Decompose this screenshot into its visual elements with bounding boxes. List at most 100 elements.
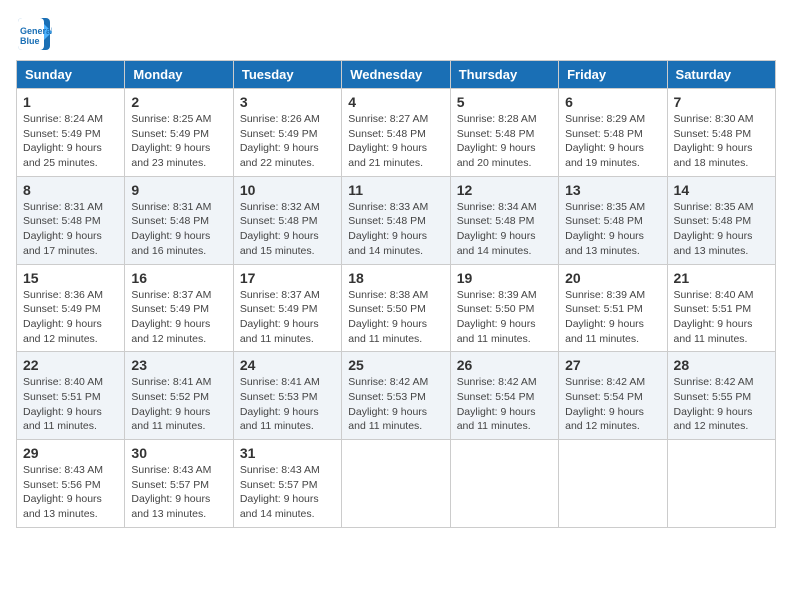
day-number: 13	[565, 182, 660, 198]
table-row: 22 Sunrise: 8:40 AM Sunset: 5:51 PM Dayli…	[17, 352, 125, 440]
day-number: 16	[131, 270, 226, 286]
day-number: 5	[457, 94, 552, 110]
day-info: Sunrise: 8:42 AM Sunset: 5:54 PM Dayligh…	[565, 375, 660, 434]
table-row: 18Sunrise: 8:38 AM Sunset: 5:50 PM Dayli…	[342, 264, 450, 352]
day-number: 23	[131, 357, 226, 373]
table-row: 3Sunrise: 8:26 AM Sunset: 5:49 PM Daylig…	[233, 89, 341, 177]
header-tuesday: Tuesday	[233, 61, 341, 89]
day-info: Sunrise: 8:35 AM Sunset: 5:48 PM Dayligh…	[565, 200, 660, 259]
day-number: 4	[348, 94, 443, 110]
table-row	[342, 440, 450, 528]
table-row	[559, 440, 667, 528]
day-number: 9	[131, 182, 226, 198]
table-row: 24Sunrise: 8:41 AM Sunset: 5:53 PM Dayli…	[233, 352, 341, 440]
day-info: Sunrise: 8:42 AM Sunset: 5:54 PM Dayligh…	[457, 375, 552, 434]
day-info: Sunrise: 8:30 AM Sunset: 5:48 PM Dayligh…	[674, 112, 769, 171]
day-number: 21	[674, 270, 769, 286]
table-row: 16 Sunrise: 8:37 AM Sunset: 5:49 PM Dayli…	[125, 264, 233, 352]
day-info: Sunrise: 8:34 AM Sunset: 5:48 PM Dayligh…	[457, 200, 552, 259]
svg-text:Blue: Blue	[20, 36, 40, 46]
table-row: 26Sunrise: 8:42 AM Sunset: 5:54 PM Dayli…	[450, 352, 558, 440]
day-info: Sunrise: 8:32 AM Sunset: 5:48 PM Dayligh…	[240, 200, 335, 259]
day-number: 15	[23, 270, 118, 286]
day-info: Sunrise: 8:33 AM Sunset: 5:48 PM Dayligh…	[348, 200, 443, 259]
calendar-week-row: 8 Sunrise: 8:31 AM Sunset: 5:48 PM Daylig…	[17, 176, 776, 264]
day-info: Sunrise: 8:25 AM Sunset: 5:49 PM Dayligh…	[131, 112, 226, 171]
day-number: 17	[240, 270, 335, 286]
calendar-week-row: 15Sunrise: 8:36 AM Sunset: 5:49 PM Dayli…	[17, 264, 776, 352]
day-info: Sunrise: 8:29 AM Sunset: 5:48 PM Dayligh…	[565, 112, 660, 171]
table-row: 10 Sunrise: 8:32 AM Sunset: 5:48 PM Dayli…	[233, 176, 341, 264]
day-info: Sunrise: 8:43 AM Sunset: 5:57 PM Dayligh…	[240, 463, 335, 522]
table-row: 13 Sunrise: 8:35 AM Sunset: 5:48 PM Dayli…	[559, 176, 667, 264]
table-row: 25 Sunrise: 8:42 AM Sunset: 5:53 PM Dayli…	[342, 352, 450, 440]
day-number: 25	[348, 357, 443, 373]
day-number: 2	[131, 94, 226, 110]
day-number: 7	[674, 94, 769, 110]
table-row: 29 Sunrise: 8:43 AM Sunset: 5:56 PM Dayli…	[17, 440, 125, 528]
table-row: 15Sunrise: 8:36 AM Sunset: 5:49 PM Dayli…	[17, 264, 125, 352]
day-number: 10	[240, 182, 335, 198]
day-info: Sunrise: 8:31 AM Sunset: 5:48 PM Dayligh…	[23, 200, 118, 259]
day-number: 19	[457, 270, 552, 286]
day-number: 31	[240, 445, 335, 461]
day-info: Sunrise: 8:27 AM Sunset: 5:48 PM Dayligh…	[348, 112, 443, 171]
day-info: Sunrise: 8:37 AM Sunset: 5:49 PM Dayligh…	[131, 288, 226, 347]
day-number: 3	[240, 94, 335, 110]
table-row: 31 Sunrise: 8:43 AM Sunset: 5:57 PM Dayli…	[233, 440, 341, 528]
day-number: 27	[565, 357, 660, 373]
day-info: Sunrise: 8:43 AM Sunset: 5:56 PM Dayligh…	[23, 463, 118, 522]
day-info: Sunrise: 8:37 AM Sunset: 5:49 PM Dayligh…	[240, 288, 335, 347]
table-row: 14 Sunrise: 8:35 AM Sunset: 5:48 PM Dayli…	[667, 176, 775, 264]
header-saturday: Saturday	[667, 61, 775, 89]
calendar-header-row: Sunday Monday Tuesday Wednesday Thursday…	[17, 61, 776, 89]
table-row: 4 Sunrise: 8:27 AM Sunset: 5:48 PM Daylig…	[342, 89, 450, 177]
header-monday: Monday	[125, 61, 233, 89]
day-number: 8	[23, 182, 118, 198]
day-info: Sunrise: 8:42 AM Sunset: 5:53 PM Dayligh…	[348, 375, 443, 434]
svg-text:General: General	[20, 26, 52, 36]
table-row: 23 Sunrise: 8:41 AM Sunset: 5:52 PM Dayli…	[125, 352, 233, 440]
day-number: 1	[23, 94, 118, 110]
day-number: 22	[23, 357, 118, 373]
table-row: 20 Sunrise: 8:39 AM Sunset: 5:51 PM Dayli…	[559, 264, 667, 352]
logo-icon: General Blue	[16, 16, 52, 52]
header-sunday: Sunday	[17, 61, 125, 89]
day-number: 24	[240, 357, 335, 373]
calendar-table: Sunday Monday Tuesday Wednesday Thursday…	[16, 60, 776, 528]
table-row: 19 Sunrise: 8:39 AM Sunset: 5:50 PM Dayli…	[450, 264, 558, 352]
day-info: Sunrise: 8:24 AM Sunset: 5:49 PM Dayligh…	[23, 112, 118, 171]
day-number: 12	[457, 182, 552, 198]
day-info: Sunrise: 8:35 AM Sunset: 5:48 PM Dayligh…	[674, 200, 769, 259]
day-info: Sunrise: 8:40 AM Sunset: 5:51 PM Dayligh…	[23, 375, 118, 434]
page-header: General Blue	[16, 16, 776, 52]
table-row: 17 Sunrise: 8:37 AM Sunset: 5:49 PM Dayli…	[233, 264, 341, 352]
day-number: 11	[348, 182, 443, 198]
table-row: 12 Sunrise: 8:34 AM Sunset: 5:48 PM Dayli…	[450, 176, 558, 264]
day-number: 20	[565, 270, 660, 286]
day-info: Sunrise: 8:28 AM Sunset: 5:48 PM Dayligh…	[457, 112, 552, 171]
table-row: 21Sunrise: 8:40 AM Sunset: 5:51 PM Dayli…	[667, 264, 775, 352]
table-row	[450, 440, 558, 528]
table-row: 11 Sunrise: 8:33 AM Sunset: 5:48 PM Dayli…	[342, 176, 450, 264]
day-info: Sunrise: 8:39 AM Sunset: 5:51 PM Dayligh…	[565, 288, 660, 347]
table-row: 5 Sunrise: 8:28 AM Sunset: 5:48 PM Daylig…	[450, 89, 558, 177]
day-info: Sunrise: 8:42 AM Sunset: 5:55 PM Dayligh…	[674, 375, 769, 434]
table-row: 8 Sunrise: 8:31 AM Sunset: 5:48 PM Daylig…	[17, 176, 125, 264]
day-number: 29	[23, 445, 118, 461]
header-friday: Friday	[559, 61, 667, 89]
day-number: 6	[565, 94, 660, 110]
table-row: 6 Sunrise: 8:29 AM Sunset: 5:48 PM Daylig…	[559, 89, 667, 177]
day-number: 14	[674, 182, 769, 198]
day-number: 28	[674, 357, 769, 373]
header-wednesday: Wednesday	[342, 61, 450, 89]
calendar-week-row: 29 Sunrise: 8:43 AM Sunset: 5:56 PM Dayli…	[17, 440, 776, 528]
table-row: 9Sunrise: 8:31 AM Sunset: 5:48 PM Daylig…	[125, 176, 233, 264]
table-row: 30Sunrise: 8:43 AM Sunset: 5:57 PM Dayli…	[125, 440, 233, 528]
logo: General Blue	[16, 16, 56, 52]
day-info: Sunrise: 8:39 AM Sunset: 5:50 PM Dayligh…	[457, 288, 552, 347]
table-row: 1 Sunrise: 8:24 AM Sunset: 5:49 PM Daylig…	[17, 89, 125, 177]
table-row: 28 Sunrise: 8:42 AM Sunset: 5:55 PM Dayli…	[667, 352, 775, 440]
table-row: 7 Sunrise: 8:30 AM Sunset: 5:48 PM Daylig…	[667, 89, 775, 177]
day-info: Sunrise: 8:41 AM Sunset: 5:52 PM Dayligh…	[131, 375, 226, 434]
